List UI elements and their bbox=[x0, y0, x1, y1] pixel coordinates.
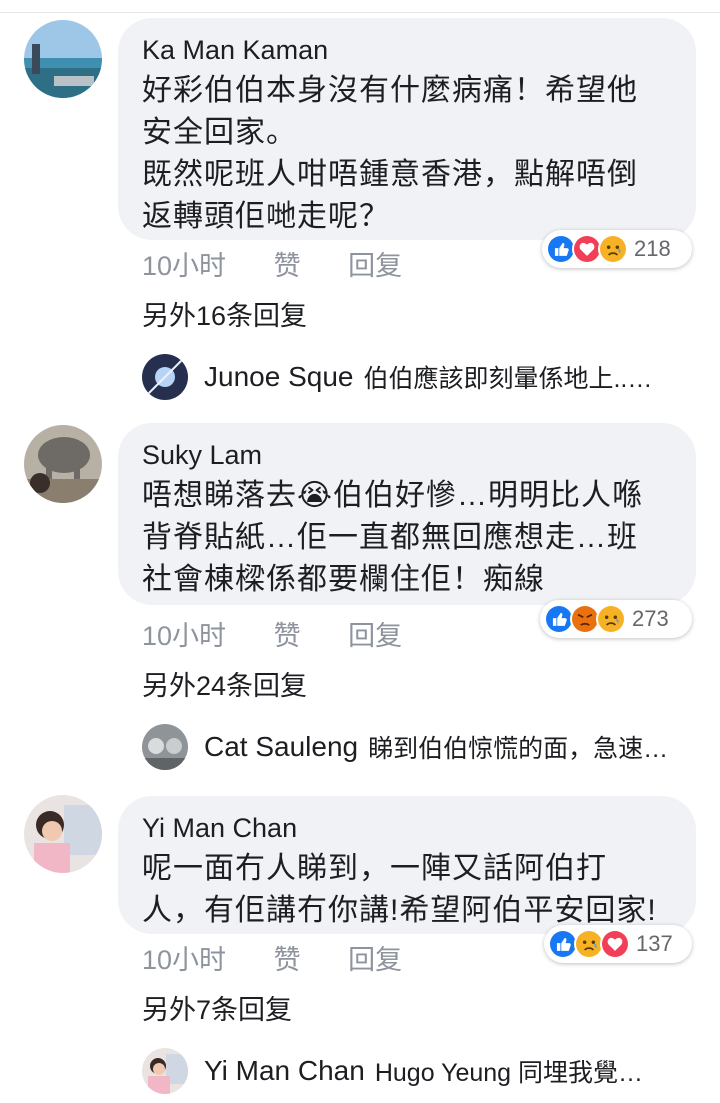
reply-text: Hugo Yeung 同埋我覺… bbox=[374, 1059, 644, 1087]
love-reaction-icon bbox=[600, 929, 630, 959]
reply-preview[interactable]: Yi Man Chan Hugo Yeung 同埋我覺… bbox=[142, 1046, 702, 1096]
like-button[interactable]: 赞 bbox=[274, 614, 301, 653]
comment-bubble: Yi Man Chan 呢一面冇人睇到，一陣又話阿伯打 人，有佢講冇你講!希望阿… bbox=[118, 796, 696, 934]
comment-meta: 10小时 赞 回复 bbox=[142, 938, 442, 977]
view-more-replies[interactable]: 另外16条回复 bbox=[142, 294, 307, 333]
reply-avatar[interactable] bbox=[142, 1048, 188, 1094]
reactions-summary[interactable]: 137 bbox=[544, 925, 692, 963]
reply-author[interactable]: Cat Sauleng bbox=[204, 731, 358, 763]
comment-text: 呢一面冇人睇到，一陣又話阿伯打 人，有佢講冇你講!希望阿伯平安回家! bbox=[142, 852, 657, 927]
reaction-count: 273 bbox=[632, 606, 669, 631]
comment-time[interactable]: 10小时 bbox=[142, 614, 226, 653]
reply-button[interactable]: 回复 bbox=[348, 244, 402, 283]
reply-preview[interactable]: Cat Sauleng 睇到伯伯惊慌的面，急速… bbox=[142, 722, 702, 772]
reaction-count: 218 bbox=[634, 236, 671, 261]
comment-meta: 10小时 赞 回复 bbox=[142, 614, 442, 653]
reactions-summary[interactable]: 218 bbox=[542, 230, 692, 268]
comment-bubble: Ka Man Kaman 好彩伯伯本身沒有什麼病痛！希望他 安全回家。 既然呢班… bbox=[118, 18, 696, 240]
reply-text: 睇到伯伯惊慌的面，急速… bbox=[368, 735, 669, 763]
reply-button[interactable]: 回复 bbox=[348, 614, 402, 653]
comment-time[interactable]: 10小时 bbox=[142, 244, 226, 283]
comment-time[interactable]: 10小时 bbox=[142, 938, 226, 977]
comment-text: 好彩伯伯本身沒有什麼病痛！希望他 安全回家。 既然呢班人咁唔鍾意香港，點解唔倒 … bbox=[142, 74, 638, 233]
top-divider bbox=[0, 12, 720, 13]
like-button[interactable]: 赞 bbox=[274, 244, 301, 283]
reaction-count: 137 bbox=[636, 931, 673, 956]
comment-meta: 10小时 赞 回复 bbox=[142, 244, 442, 283]
reply-avatar[interactable] bbox=[142, 724, 188, 770]
reactions-summary[interactable]: 273 bbox=[540, 600, 692, 638]
comment-author[interactable]: Suky Lam bbox=[142, 439, 672, 471]
avatar[interactable] bbox=[24, 20, 102, 98]
reply-button[interactable]: 回复 bbox=[348, 938, 402, 977]
reply-preview[interactable]: Junoe Sque 伯伯應該即刻暈係地上..… bbox=[142, 352, 702, 402]
view-more-replies[interactable]: 另外24条回复 bbox=[142, 664, 307, 703]
avatar[interactable] bbox=[24, 795, 102, 873]
reply-author[interactable]: Junoe Sque bbox=[204, 361, 353, 393]
comment-author[interactable]: Yi Man Chan bbox=[142, 812, 672, 844]
view-more-replies[interactable]: 另外7条回复 bbox=[142, 988, 292, 1027]
comment-text: 唔想睇落去😭伯伯好慘…明明比人喺 背脊貼紙…佢一直都無回應想走…班 社會棟樑係都… bbox=[142, 479, 644, 596]
reply-text: 伯伯應該即刻暈係地上..… bbox=[363, 365, 653, 393]
comment-author[interactable]: Ka Man Kaman bbox=[142, 34, 672, 66]
like-button[interactable]: 赞 bbox=[274, 938, 301, 977]
sad-reaction-icon bbox=[596, 604, 626, 634]
sad-reaction-icon bbox=[598, 234, 628, 264]
comment-bubble: Suky Lam 唔想睇落去😭伯伯好慘…明明比人喺 背脊貼紙…佢一直都無回應想走… bbox=[118, 423, 696, 605]
reply-avatar[interactable] bbox=[142, 354, 188, 400]
reply-author[interactable]: Yi Man Chan bbox=[204, 1055, 365, 1087]
avatar[interactable] bbox=[24, 425, 102, 503]
